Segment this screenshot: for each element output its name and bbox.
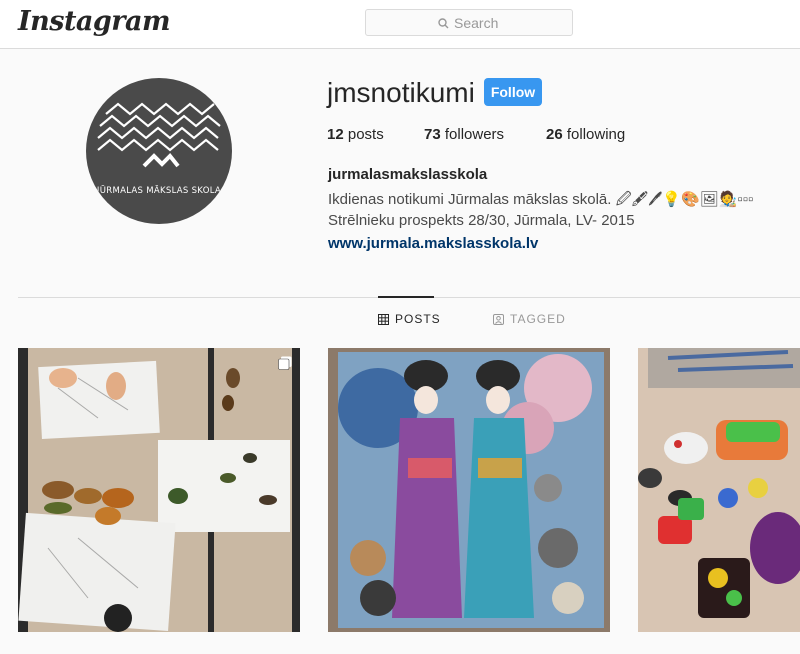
avatar[interactable]: JŪRMALAS MĀKSLAS SKOLA [86, 78, 232, 224]
tab-tagged-label: TAGGED [510, 312, 566, 326]
tab-posts[interactable]: POSTS [378, 312, 441, 326]
stat-posts-count: 12 [327, 126, 344, 143]
geisha-drawing-post[interactable] [328, 348, 610, 632]
tag-person-icon [493, 313, 504, 325]
avatar-logo-graphic [97, 102, 221, 168]
stat-followers-label: followers [444, 126, 505, 143]
instagram-logo[interactable]: Instagram [18, 6, 171, 37]
multiple-photos-icon [278, 356, 292, 370]
stat-posts: 12 posts [327, 126, 384, 143]
geisha-drawing-image [328, 348, 610, 632]
profile-address-line: Strēlnieku prospekts 28/30, Jūrmala, LV-… [328, 212, 635, 229]
profile-username: jmsnotikumi [327, 77, 475, 108]
clay-sculptures-post[interactable] [638, 348, 800, 632]
leaf-collage-post[interactable] [18, 348, 300, 632]
stat-followers-count: 73 [424, 126, 441, 143]
search-input[interactable]: Search [365, 9, 573, 36]
grid-icon [378, 313, 389, 325]
leaf-collage-image [18, 348, 300, 632]
stat-following-label: following [566, 126, 626, 143]
search-placeholder-text: Search [454, 15, 499, 31]
tab-tagged[interactable]: TAGGED [493, 312, 566, 326]
tab-posts-label: POSTS [395, 312, 441, 326]
profile-website-link[interactable]: www.jurmala.makslasskola.lv [328, 235, 538, 252]
stat-posts-label: posts [347, 126, 384, 143]
top-navigation-bar: Instagram Search [0, 0, 800, 49]
profile-bio-line: Ikdienas notikumi Jūrmalas mākslas skolā… [328, 191, 754, 208]
stat-followers[interactable]: 73 followers [424, 126, 504, 143]
search-placeholder: Search [438, 15, 498, 31]
search-icon [438, 17, 449, 28]
avatar-text: JŪRMALAS MĀKSLAS SKOLA [96, 186, 222, 196]
stat-following[interactable]: 26 following [546, 126, 625, 143]
active-tab-indicator [378, 296, 434, 298]
clay-sculptures-image [638, 348, 800, 632]
follow-button[interactable]: Follow [484, 78, 542, 106]
stat-following-count: 26 [546, 126, 563, 143]
profile-full-name: jurmalasmakslasskola [328, 166, 488, 183]
